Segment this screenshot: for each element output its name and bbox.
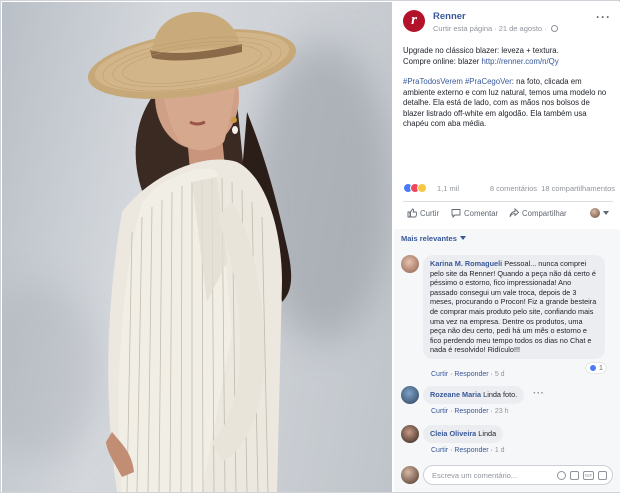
comments-section: Mais relevantes Karina M. Romagueli Pess…	[394, 229, 620, 492]
comment-like-button[interactable]: Curtir	[431, 447, 448, 454]
comment-sort-dropdown[interactable]: Mais relevantes	[401, 234, 466, 243]
post-line-1: Upgrade no clássico blazer: leveza + tex…	[403, 46, 559, 55]
comment-bubble: Rozeane Maria Linda foto.	[423, 386, 525, 404]
comment-actions: Curtir · Responder · 23 h	[431, 408, 509, 415]
avatar[interactable]	[401, 255, 419, 273]
post-actions: Curtir Comentar Compartilhar	[403, 205, 615, 223]
globe-icon	[550, 25, 558, 32]
write-comment-row: Escreva um comentário... GIF	[401, 465, 613, 485]
post-viewer: r Renner Curtir esta página · 21 de agosto…	[0, 0, 620, 493]
haha-reaction-icon	[417, 183, 427, 193]
comment-input-placeholder: Escreva um comentário...	[432, 471, 518, 480]
share-label: Compartilhar	[522, 208, 567, 218]
comment-reply-button[interactable]: Responder	[454, 447, 488, 454]
more-icon[interactable]: ···	[596, 10, 611, 24]
hashtags[interactable]: #PraTodosVerem #PraCegoVer	[403, 77, 512, 86]
shares-count[interactable]: 18 compartilhamentos	[541, 184, 615, 193]
page-name[interactable]: Renner	[433, 11, 466, 22]
comment-like-button[interactable]: Curtir	[431, 408, 448, 415]
comment-like-count: 1	[599, 364, 603, 372]
comment-reply-button[interactable]: Responder	[454, 408, 488, 415]
post-header: r Renner Curtir esta página · 21 de agosto…	[403, 10, 613, 40]
comments-count[interactable]: 8 comentários	[490, 184, 537, 193]
chevron-down-icon	[459, 236, 466, 240]
comment-sort-label: Mais relevantes	[401, 234, 457, 243]
comment-text: Linda foto.	[483, 390, 518, 399]
post-as-selector[interactable]	[590, 208, 609, 218]
like-reaction-icon	[589, 364, 597, 372]
post-details-panel: r Renner Curtir esta página · 21 de agosto…	[393, 2, 620, 492]
post-stats: 1,1 mil 8 comentários 18 compartilhament…	[403, 182, 615, 196]
camera-icon[interactable]	[570, 471, 579, 480]
comment-text: Pessoal... nunca comprei pelo site da Re…	[430, 259, 597, 355]
comment-input-tools: GIF	[557, 471, 607, 480]
page-avatar[interactable]: r	[403, 10, 425, 32]
post-text: Upgrade no clássico blazer: leveza + tex…	[403, 46, 613, 140]
post-photo[interactable]	[2, 2, 392, 492]
comment-author[interactable]: Rozeane Maria	[430, 390, 481, 399]
comment-time[interactable]: 5 d	[495, 371, 505, 378]
divider	[403, 201, 613, 202]
comment-bubble: Karina M. Romagueli Pessoal... nunca com…	[423, 255, 605, 359]
avatar	[401, 466, 419, 484]
comment-like-button[interactable]: Curtir	[431, 371, 448, 378]
comment-options-icon[interactable]: ···	[533, 388, 545, 399]
comment-reactions[interactable]: 1	[586, 363, 606, 373]
comment-author[interactable]: Karina M. Romagueli	[430, 259, 502, 268]
reactions-summary[interactable]	[403, 183, 427, 194]
share-icon	[509, 208, 519, 217]
chevron-down-icon	[603, 211, 609, 215]
comment-time[interactable]: 1 d	[495, 447, 505, 454]
comment-reply-button[interactable]: Responder	[454, 371, 488, 378]
avatar[interactable]	[401, 386, 419, 404]
comment-time[interactable]: 23 h	[495, 408, 509, 415]
comment-text: Linda	[478, 429, 497, 438]
comment-actions: Curtir · Responder · 5 d	[431, 371, 505, 378]
like-button[interactable]: Curtir	[407, 208, 439, 218]
like-icon	[407, 208, 417, 218]
share-button[interactable]: Compartilhar	[509, 208, 567, 218]
avatar[interactable]	[401, 425, 419, 443]
comment-author[interactable]: Cleia Oliveira	[430, 429, 476, 438]
comment-actions: Curtir · Responder · 1 d	[431, 447, 505, 454]
comment-input[interactable]: Escreva um comentário... GIF	[423, 465, 613, 485]
post-line-2-prefix: Compre online: blazer	[403, 56, 482, 66]
comment-button[interactable]: Comentar	[451, 208, 498, 218]
like-page-link[interactable]: Curtir esta página	[433, 24, 492, 33]
comment-bubble: Cleia Oliveira Linda	[423, 425, 504, 443]
like-label: Curtir	[420, 208, 440, 218]
reactions-count[interactable]: 1,1 mil	[437, 184, 459, 193]
avatar	[590, 208, 600, 218]
model-illustration	[87, 12, 297, 492]
comment-label: Comentar	[464, 208, 499, 218]
emoji-icon[interactable]	[557, 471, 566, 480]
gif-icon[interactable]: GIF	[583, 471, 594, 480]
comment-icon	[451, 209, 461, 218]
product-link[interactable]: http://renner.com/n/Qy	[481, 57, 558, 66]
post-date[interactable]: 21 de agosto	[499, 24, 542, 33]
post-meta: Curtir esta página · 21 de agosto ·	[433, 24, 558, 33]
sticker-icon[interactable]	[598, 471, 607, 480]
